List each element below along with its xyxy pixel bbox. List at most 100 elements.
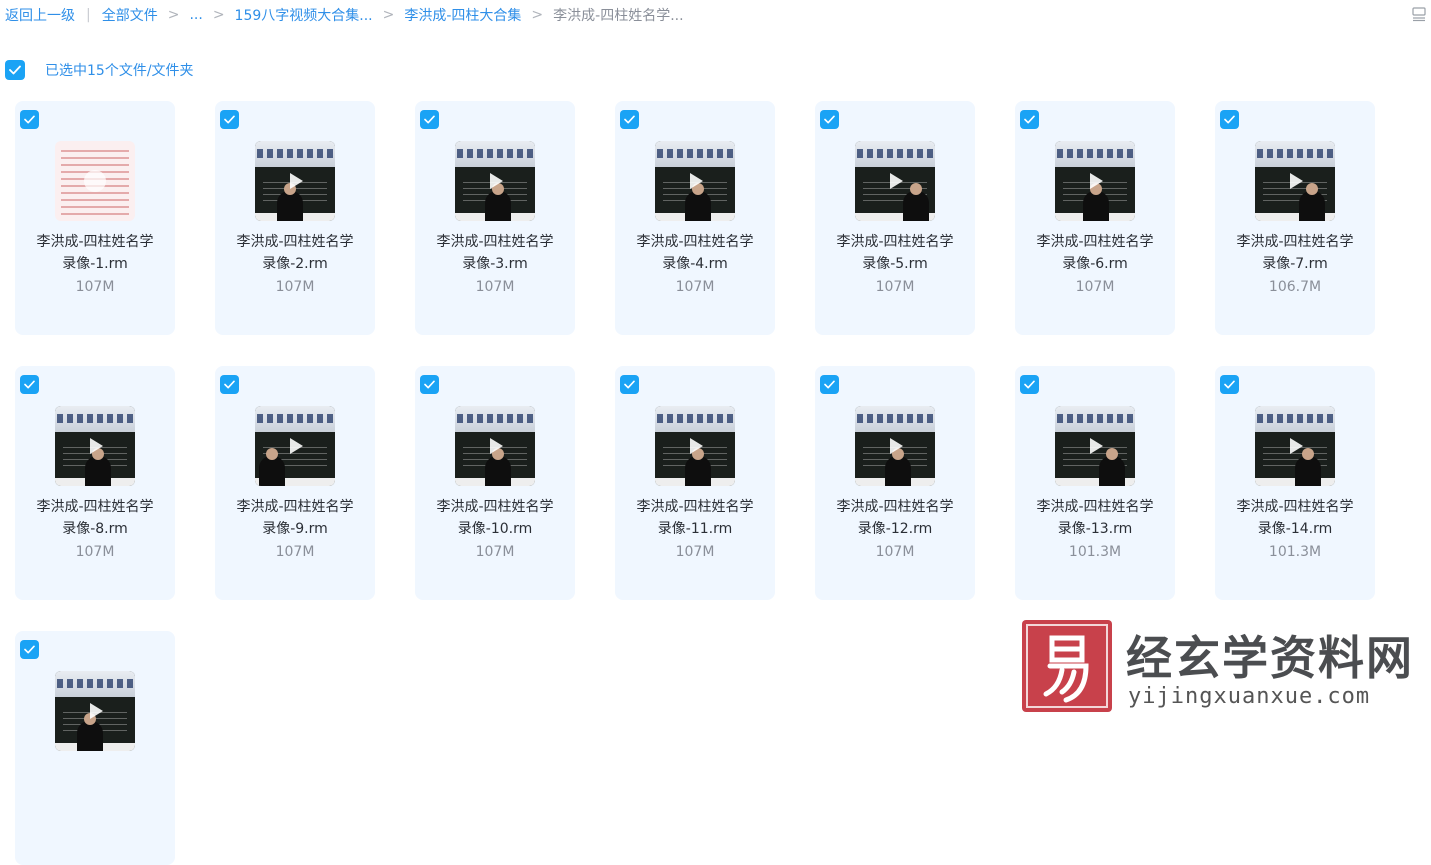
file-name[interactable]: 李洪成-四柱姓名学 录像-10.rm [415, 496, 575, 540]
video-thumbnail[interactable] [855, 406, 935, 486]
file-card[interactable]: 李洪成-四柱姓名学 录像-13.rm 101.3M [1015, 366, 1175, 600]
file-name-line-1: 李洪成-四柱姓名学 [1236, 234, 1354, 250]
check-icon [424, 115, 435, 124]
file-checkbox[interactable] [1020, 375, 1039, 394]
file-card[interactable]: 李洪成-四柱姓名学 录像-6.rm 107M [1015, 101, 1175, 335]
select-all-checkbox[interactable] [5, 60, 25, 80]
file-card[interactable]: 李洪成-四柱姓名学 录像-4.rm 107M [615, 101, 775, 335]
check-icon [24, 645, 35, 654]
file-checkbox[interactable] [420, 375, 439, 394]
file-size: 107M [475, 544, 515, 560]
video-thumbnail[interactable] [1255, 406, 1335, 486]
play-icon [84, 170, 106, 192]
video-thumbnail[interactable] [1055, 141, 1135, 221]
video-thumbnail[interactable] [55, 406, 135, 486]
file-name-line-1: 李洪成-四柱姓名学 [236, 234, 354, 250]
breadcrumb-folder-1[interactable]: 159八字视频大合集... [235, 5, 373, 25]
check-icon [624, 115, 635, 124]
file-checkbox[interactable] [20, 640, 39, 659]
file-name[interactable]: 李洪成-四柱姓名学 录像-3.rm [415, 231, 575, 275]
file-card[interactable]: 李洪成-四柱姓名学 录像-14.rm 101.3M [1215, 366, 1375, 600]
file-name-line-2: 录像-8.rm [62, 521, 128, 537]
check-icon [24, 380, 35, 389]
file-card[interactable]: 李洪成-四柱姓名学 录像-10.rm 107M [415, 366, 575, 600]
file-size: 107M [1075, 279, 1115, 295]
play-icon [690, 438, 703, 454]
video-thumbnail[interactable] [455, 141, 535, 221]
file-checkbox[interactable] [1020, 110, 1039, 129]
file-name[interactable]: 李洪成-四柱姓名学 录像-9.rm [215, 496, 375, 540]
video-thumbnail[interactable] [255, 406, 335, 486]
check-icon [224, 380, 235, 389]
file-name-line-1: 李洪成-四柱姓名学 [836, 499, 954, 515]
video-thumbnail[interactable] [55, 671, 135, 751]
check-icon [824, 115, 835, 124]
video-thumbnail[interactable] [1255, 141, 1335, 221]
file-name-line-2: 录像-4.rm [662, 256, 728, 272]
file-card[interactable]: 李洪成-四柱姓名学 录像-8.rm 107M [15, 366, 175, 600]
file-name[interactable]: 李洪成-四柱姓名学 录像-8.rm [15, 496, 175, 540]
video-thumbnail[interactable] [1055, 406, 1135, 486]
file-checkbox[interactable] [420, 110, 439, 129]
file-checkbox[interactable] [220, 375, 239, 394]
file-name-line-1: 李洪成-四柱姓名学 [836, 234, 954, 250]
file-name[interactable]: 李洪成-四柱姓名学 录像-13.rm [1015, 496, 1175, 540]
file-name-line-1: 李洪成-四柱姓名学 [636, 499, 754, 515]
file-card[interactable]: 李洪成-四柱姓名学 录像-1.rm 107M [15, 101, 175, 335]
file-name[interactable]: 李洪成-四柱姓名学 录像-5.rm [815, 231, 975, 275]
file-checkbox[interactable] [1220, 375, 1239, 394]
file-card[interactable]: 李洪成-四柱姓名学 录像-9.rm 107M [215, 366, 375, 600]
check-icon [824, 380, 835, 389]
file-card[interactable] [15, 631, 175, 865]
file-name-line-1: 李洪成-四柱姓名学 [36, 499, 154, 515]
file-name[interactable]: 李洪成-四柱姓名学 录像-2.rm [215, 231, 375, 275]
file-name[interactable]: 李洪成-四柱姓名学 录像-4.rm [615, 231, 775, 275]
file-name-line-1: 李洪成-四柱姓名学 [36, 234, 154, 250]
watermark-url: yijingxuanxue.com [1128, 684, 1371, 709]
file-name[interactable]: 李洪成-四柱姓名学 录像-12.rm [815, 496, 975, 540]
file-checkbox[interactable] [620, 110, 639, 129]
file-checkbox[interactable] [20, 375, 39, 394]
video-thumbnail[interactable] [655, 406, 735, 486]
file-name-line-2: 录像-13.rm [1057, 521, 1133, 537]
file-checkbox[interactable] [820, 375, 839, 394]
play-icon [90, 703, 103, 719]
video-thumbnail[interactable] [655, 141, 735, 221]
file-name[interactable]: 李洪成-四柱姓名学 录像-7.rm [1215, 231, 1375, 275]
file-card[interactable]: 李洪成-四柱姓名学 录像-12.rm 107M [815, 366, 975, 600]
play-icon [90, 438, 103, 454]
file-name[interactable]: 李洪成-四柱姓名学 录像-11.rm [615, 496, 775, 540]
play-icon [1090, 438, 1103, 454]
video-thumbnail[interactable] [455, 406, 535, 486]
file-card[interactable]: 李洪成-四柱姓名学 录像-11.rm 107M [615, 366, 775, 600]
back-link[interactable]: 返回上一级 [5, 5, 75, 25]
list-view-icon[interactable] [1411, 6, 1427, 22]
file-name-line-2: 录像-14.rm [1257, 521, 1333, 537]
file-checkbox[interactable] [820, 110, 839, 129]
check-icon [1024, 115, 1035, 124]
file-card[interactable]: 李洪成-四柱姓名学 录像-2.rm 107M [215, 101, 375, 335]
file-checkbox[interactable] [1220, 110, 1239, 129]
file-card[interactable]: 李洪成-四柱姓名学 录像-3.rm 107M [415, 101, 575, 335]
file-checkbox[interactable] [20, 110, 39, 129]
file-checkbox[interactable] [620, 375, 639, 394]
video-thumbnail[interactable] [855, 141, 935, 221]
file-name-line-2: 录像-7.rm [1262, 256, 1328, 272]
breadcrumb-folder-2[interactable]: 李洪成-四柱大合集 [404, 5, 521, 25]
video-thumbnail[interactable] [55, 141, 135, 221]
file-name[interactable]: 李洪成-四柱姓名学 录像-1.rm [15, 231, 175, 275]
breadcrumb-ellipsis[interactable]: ... [189, 7, 202, 23]
file-name[interactable]: 李洪成-四柱姓名学 录像-6.rm [1015, 231, 1175, 275]
file-card[interactable]: 李洪成-四柱姓名学 录像-5.rm 107M [815, 101, 975, 335]
file-size: 107M [675, 279, 715, 295]
file-card[interactable]: 李洪成-四柱姓名学 录像-7.rm 106.7M [1215, 101, 1375, 335]
breadcrumb-divider: | [86, 7, 91, 23]
play-icon [490, 173, 503, 189]
file-checkbox[interactable] [220, 110, 239, 129]
file-size: 107M [75, 544, 115, 560]
file-size: 107M [275, 544, 315, 560]
file-size: 107M [475, 279, 515, 295]
file-name[interactable]: 李洪成-四柱姓名学 录像-14.rm [1215, 496, 1375, 540]
video-thumbnail[interactable] [255, 141, 335, 221]
breadcrumb-all-files[interactable]: 全部文件 [102, 5, 158, 25]
